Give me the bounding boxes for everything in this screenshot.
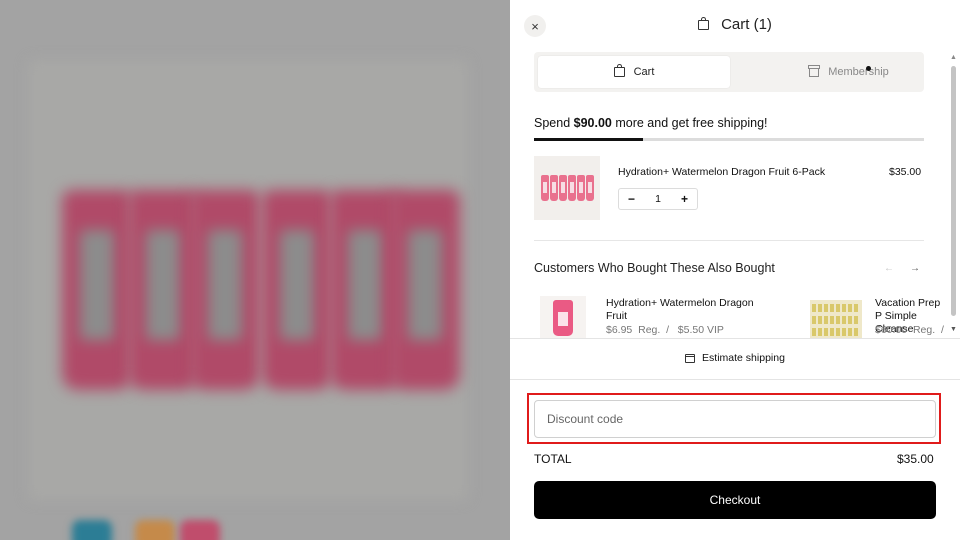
thumbnail: [180, 520, 220, 540]
bag-icon: [698, 16, 710, 30]
shipping-suffix: more and get free shipping!: [611, 116, 768, 130]
thumbnail: [72, 520, 112, 540]
total-value: $35.00: [897, 452, 934, 466]
decrement-button[interactable]: −: [628, 192, 635, 206]
bag-icon: [613, 64, 625, 77]
blurred-bottle: [262, 190, 332, 390]
scrollbar[interactable]: ▲ ▼: [948, 52, 958, 340]
cart-title: Cart (1): [721, 16, 772, 33]
recommendations-carousel: Hydration+ Watermelon Dragon Fruit $6.95…: [534, 290, 944, 338]
cart-tabs: Cart Membership: [534, 52, 924, 92]
blurred-bottle: [190, 190, 260, 390]
recommendation-price: $6.95 Reg. / $5.50 VIP: [606, 324, 724, 336]
quantity-value[interactable]: 1: [655, 193, 661, 205]
blurred-bottle: [62, 190, 132, 390]
cart-item-name[interactable]: Hydration+ Watermelon Dragon Fruit 6-Pac…: [618, 166, 825, 178]
prev-arrow-icon[interactable]: ←: [884, 263, 894, 274]
estimate-shipping-button[interactable]: Estimate shipping: [510, 352, 960, 364]
shipping-amount: $90.00: [573, 116, 612, 130]
divider: [534, 240, 924, 241]
blurred-bottle: [128, 190, 198, 390]
discount-code-input[interactable]: [534, 400, 936, 438]
page-backdrop[interactable]: [0, 0, 510, 540]
tab-membership-label: Membership: [828, 66, 889, 78]
shipping-progress-bar: [534, 138, 924, 141]
cart-item-price: $35.00: [889, 166, 922, 178]
notification-dot: [866, 66, 871, 71]
free-shipping-message: Spend $90.00 more and get free shipping!: [534, 116, 768, 130]
total-label: TOTAL: [534, 452, 572, 466]
calendar-icon: [685, 353, 696, 363]
scroll-down-icon[interactable]: ▼: [950, 326, 957, 333]
tab-cart-label: Cart: [633, 66, 655, 78]
recommendation-image[interactable]: [540, 296, 586, 338]
gift-icon: [808, 64, 821, 77]
estimate-shipping-label: Estimate shipping: [702, 352, 785, 364]
scrollbar-thumb[interactable]: [951, 66, 956, 316]
recommendation-image[interactable]: [810, 300, 862, 338]
increment-button[interactable]: +: [681, 192, 688, 206]
recommendation-price: $60.00 Reg. /: [875, 324, 944, 336]
thumbnail: [135, 520, 175, 540]
cart-item-image[interactable]: [534, 156, 600, 220]
shipping-progress-fill: [534, 138, 644, 141]
next-arrow-icon[interactable]: →: [910, 263, 920, 274]
blurred-bottle: [390, 190, 460, 390]
divider: [510, 338, 960, 339]
quantity-stepper: − 1 +: [618, 188, 698, 210]
cart-header: Cart (1): [510, 16, 960, 33]
recommendation-name[interactable]: Hydration+ Watermelon Dragon Fruit: [606, 297, 776, 323]
tab-cart[interactable]: Cart: [538, 56, 730, 88]
scroll-up-icon[interactable]: ▲: [950, 54, 957, 61]
divider: [510, 379, 960, 380]
recommendations-title: Customers Who Bought These Also Bought: [534, 261, 775, 275]
shipping-prefix: Spend: [534, 116, 574, 130]
tab-membership[interactable]: Membership: [774, 56, 924, 88]
checkout-button[interactable]: Checkout: [534, 481, 936, 519]
